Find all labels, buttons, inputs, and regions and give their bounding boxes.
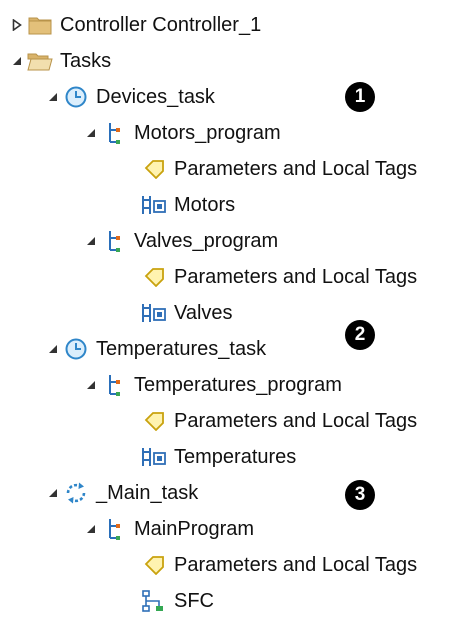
tree-node-label: SFC [174,590,214,612]
collapse-arrow-icon[interactable] [44,331,62,367]
tree-node-label: Valves_program [134,230,279,252]
tree-node-label: Valves [174,302,233,324]
tree-node-sfc-routine[interactable]: SFC [140,583,214,619]
tree-node-label: Parameters and Local Tags [174,410,418,432]
tree-node-temperatures-routine[interactable]: Temperatures [140,439,296,475]
tree-node-valves-program[interactable]: Valves_program [82,223,278,259]
tree-node-temperatures-task[interactable]: Temperatures_task [44,331,266,367]
periodic-task-clock-icon [62,79,90,115]
periodic-task-clock-icon [62,331,90,367]
tree-node-label: Motors [174,194,236,216]
ladder-routine-icon [140,439,168,475]
collapse-arrow-icon[interactable] [44,475,62,511]
tree-node-label: Tasks [60,50,112,72]
tree-node-valves-routine[interactable]: Valves [140,295,233,331]
program-icon [100,367,128,403]
callout-badge-3: 3 [345,480,375,510]
program-icon [100,511,128,547]
tree-node-temperatures-program[interactable]: Temperatures_program [82,367,342,403]
tree-node-main-program[interactable]: MainProgram [82,511,254,547]
tree-node-main-parameters-tags[interactable]: Parameters and Local Tags [140,547,417,583]
callout-badge-2: 2 [345,320,375,350]
tree-node-label: Parameters and Local Tags [174,554,418,576]
tree-node-valves-parameters-tags[interactable]: Parameters and Local Tags [140,259,417,295]
tag-icon [140,547,168,583]
tree-node-label: Parameters and Local Tags [174,158,418,180]
tree-node-devices-task[interactable]: Devices_task [44,79,215,115]
tree-node-label: Controller Controller_1 [60,14,262,36]
tag-icon [140,403,168,439]
expand-arrow-icon[interactable] [8,7,26,43]
tree-node-label: Devices_task [96,86,215,108]
tree-node-motors-routine[interactable]: Motors [140,187,235,223]
open-folder-icon [26,43,54,79]
program-icon [100,115,128,151]
collapse-arrow-icon[interactable] [44,79,62,115]
folder-icon [26,7,54,43]
tree-node-label: Temperatures [174,446,297,468]
continuous-task-icon [62,475,90,511]
tree-node-label: Temperatures_program [134,374,342,396]
tree-node-motors-program[interactable]: Motors_program [82,115,281,151]
tag-icon [140,259,168,295]
tree-node-main-task[interactable]: _Main_task [44,475,198,511]
tag-icon [140,151,168,187]
controller-organizer-tree: Controller Controller_1 Tasks Devices_ta… [0,0,471,620]
ladder-routine-icon [140,295,168,331]
collapse-arrow-icon[interactable] [82,511,100,547]
tree-node-label: Parameters and Local Tags [174,266,418,288]
tree-node-controller[interactable]: Controller Controller_1 [8,7,261,43]
tree-node-temperatures-parameters-tags[interactable]: Parameters and Local Tags [140,403,417,439]
program-icon [100,223,128,259]
tree-node-label: Temperatures_task [96,338,267,360]
sfc-routine-icon [140,583,168,619]
tree-node-tasks[interactable]: Tasks [8,43,111,79]
tree-node-label: _Main_task [96,482,199,504]
tree-node-label: MainProgram [134,518,255,540]
callout-badge-1: 1 [345,82,375,112]
tree-node-motors-parameters-tags[interactable]: Parameters and Local Tags [140,151,417,187]
collapse-arrow-icon[interactable] [8,43,26,79]
tree-node-label: Motors_program [134,122,281,144]
ladder-routine-icon [140,187,168,223]
collapse-arrow-icon[interactable] [82,115,100,151]
collapse-arrow-icon[interactable] [82,367,100,403]
collapse-arrow-icon[interactable] [82,223,100,259]
